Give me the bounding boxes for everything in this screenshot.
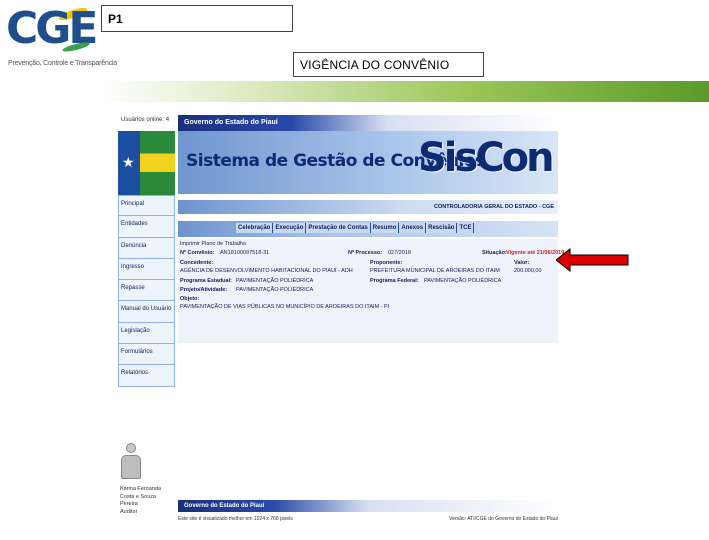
sidebar-item-ingresso[interactable]: Ingresso [118,258,175,281]
flag-star-icon: ★ [122,154,135,170]
red-arrow-icon [556,248,629,272]
programa-federal-value: PAVIMENTAÇÃO POLIÉDRICA [424,278,502,284]
tabs-bar: Celebração Execução Prestação de Contas … [178,221,558,237]
footer-version: Versão: ATI/CGE do Governo do Estado do … [449,516,558,522]
tab-prestacao-contas[interactable]: Prestação de Contas [306,223,371,233]
projeto-value: PAVIMENTAÇÃO POLIÉDRICA [236,287,314,293]
programa-estadual-value: PAVIMENTAÇÃO POLIÉDRICA [236,278,314,284]
cge-logo: CGE Prevenção, Controle e Transparência [6,4,117,72]
footer-gov-bar: Governo do Estado do Piauí [178,500,558,512]
tab-rescisao[interactable]: Rescisão [426,223,458,233]
tab-anexos[interactable]: Anexos [399,223,427,233]
avatar-head [126,443,136,453]
objeto-label: Objeto: [180,296,200,302]
sidebar-item-principal[interactable]: Principal [118,195,175,217]
sidebar-item-denuncia[interactable]: Denúncia [118,237,175,259]
tab-celebracao[interactable]: Celebração [236,223,274,233]
controladoria-label: CONTROLADORIA GERAL DO ESTADO - CGE [434,204,554,210]
sidebar-item-relatorios[interactable]: Relatórios [118,365,175,387]
slide-title-box: VIGÊNCIA DO CONVÊNIO [293,52,484,77]
user-role: Auditor [120,508,138,515]
convenio-label: Nº Convênio: [180,250,215,256]
user-info: Kárina Fernanda Costa e Souza Pereira Au… [120,486,161,516]
concedente-label: Concedente: [180,260,214,266]
print-plan-link[interactable]: Imprimir Plano de Trabalho [180,241,246,247]
user-name-1: Kárina Fernanda [120,486,161,492]
avatar-body [121,455,141,479]
user-name-2: Costa e Souza [120,493,157,500]
projeto-label: Projeto/Atividade: [180,287,228,293]
processo-value: 027/2018 [388,250,411,256]
valor-label: Valor: [514,260,530,266]
logo-tagline: Prevenção, Controle e Transparência [8,60,117,67]
processo-label: Nº Processo: [348,250,383,256]
sidebar-menu: Principal Entidades Denúncia Ingresso Re… [118,195,175,387]
online-users: Usuários online: 4 [121,117,170,123]
siscon-logo: SisCon [418,135,555,181]
convenio-details: Imprimir Plano de Trabalho Nº Convênio: … [178,239,564,343]
slide-label-box: P1 [101,5,293,32]
convenio-value: AN18100097518-31 [220,250,270,256]
user-avatar-icon [120,443,142,481]
sidebar-item-repasse[interactable]: Repasse [118,280,175,302]
siscon-screenshot: Usuários online: 4 Governo do Estado do … [116,113,564,528]
sidebar-item-manual[interactable]: Manual do Usuário [118,301,175,323]
tab-resumo[interactable]: Resumo [370,223,400,233]
sidebar-item-formularios[interactable]: Formulários [118,344,175,366]
footer-resolution-note: Este site é visualizado melhor em 1024 x… [178,516,293,522]
tab-list: Celebração Execução Prestação de Contas … [236,223,475,233]
proponente-value: PREFEITURA MUNICIPAL DE AROEIRAS DO ITAI… [370,268,500,274]
programa-estadual-label: Programa Estadual: [180,278,232,284]
gov-header-bar: Governo do Estado do Piauí [178,115,558,131]
objeto-value: PAVIMENTAÇÃO DE VIAS PÚBLICAS NO MUNICÍP… [180,304,390,310]
controladoria-bar: CONTROLADORIA GERAL DO ESTADO - CGE [178,200,558,214]
sidebar-item-legislacao[interactable]: Legislação [118,322,175,345]
concedente-value: AGÊNCIA DE DESENVOLVIMENTO HABITACIONAL … [180,268,353,274]
proponente-label: Proponente: [370,260,403,266]
green-band [101,81,709,102]
programa-federal-label: Programa Federal: [370,278,419,284]
user-name-3: Pereira [120,501,138,507]
sidebar-item-entidades[interactable]: Entidades [118,216,175,238]
tab-execucao[interactable]: Execução [273,223,307,233]
situacao-label: Situação: [482,250,507,256]
valor-value: 200.000,00 [514,268,542,274]
system-banner: Sistema de Gestão de Convênios SisCon [178,131,558,194]
tab-tce[interactable]: TCE [457,223,475,233]
